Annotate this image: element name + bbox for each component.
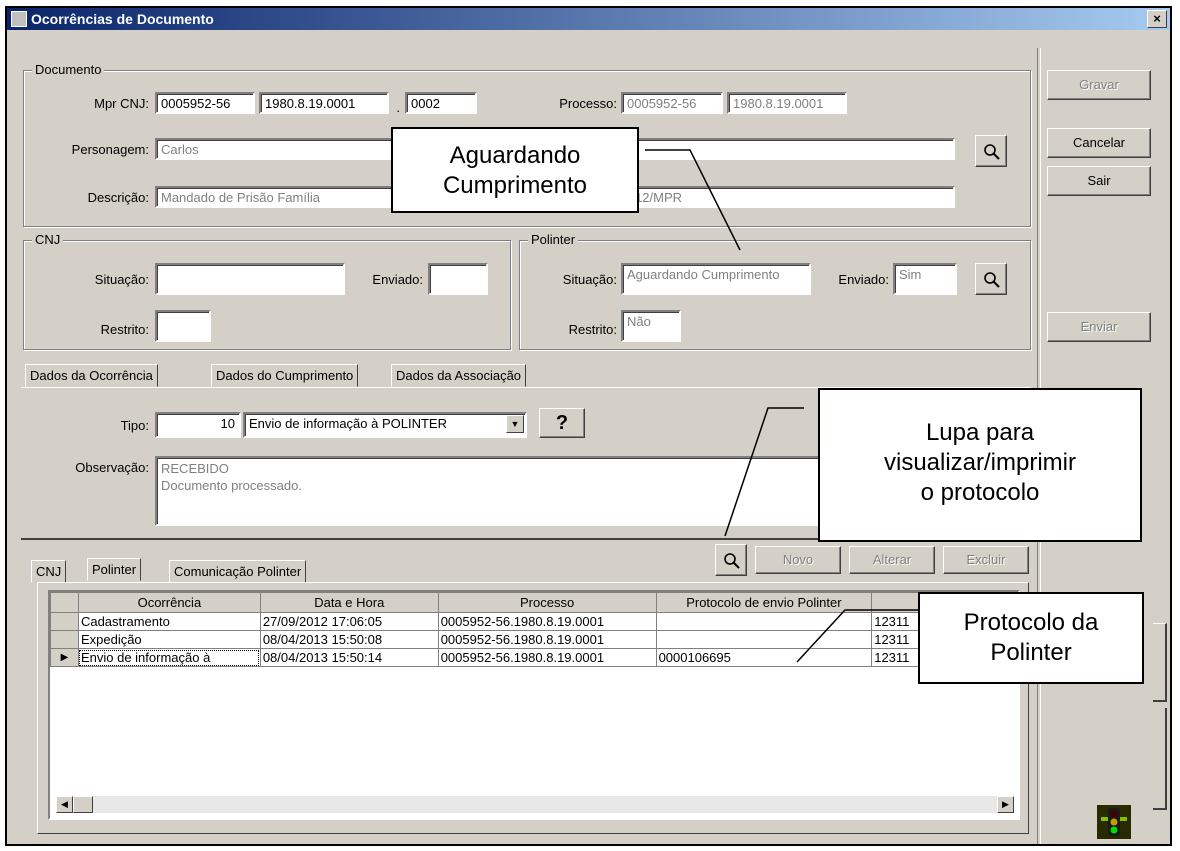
view-protocol-button[interactable] — [715, 544, 747, 576]
chevron-down-icon[interactable]: ▼ — [506, 415, 524, 433]
window-icon — [11, 11, 27, 27]
mpr-label: Mpr CNJ: — [94, 96, 149, 111]
horizontal-scrollbar[interactable]: ◀ ▶ — [56, 796, 1014, 813]
tab-comunicacao-polinter[interactable]: Comunicação Polinter — [169, 560, 307, 583]
side-partial-control-1 — [1153, 623, 1167, 702]
tipo-label: Tipo: — [120, 418, 149, 433]
col-header[interactable]: Ocorrência — [77, 592, 261, 613]
ocorrencias-table: Ocorrência Data e Hora Processo Protocol… — [50, 592, 1018, 667]
processo-field-2: 1980.8.19.0001 — [727, 92, 847, 114]
ocorrencias-grid[interactable]: Ocorrência Data e Hora Processo Protocol… — [48, 590, 1020, 820]
polinter-enviado-label: Enviado: — [838, 272, 889, 287]
cnj-situacao-label: Situação: — [94, 272, 149, 287]
callout-aguardando-line-1: Aguardando — [449, 142, 581, 169]
close-button[interactable]: × — [1147, 10, 1167, 28]
observacao-label: Observação: — [75, 460, 149, 475]
tab-cnj[interactable]: CNJ — [31, 560, 67, 583]
side-partial-control-2 — [1153, 708, 1167, 810]
tab-dados-cumprimento[interactable]: Dados do Cumprimento — [211, 364, 359, 387]
polinter-restrito-field: Não — [621, 310, 681, 342]
table-cell[interactable]: 0005952-56.1980.8.19.0001 — [437, 612, 657, 631]
cnj-legend: CNJ — [32, 232, 64, 247]
processo-field-1: 0005952-56 — [621, 92, 723, 114]
window-title: Ocorrências de Documento — [31, 11, 214, 27]
callout-aguardando-line-2: Cumprimento — [442, 172, 588, 199]
polinter-restrito-label: Restrito: — [568, 322, 617, 337]
callout-lupa-line-2: visualizar/imprimir — [883, 449, 1076, 476]
mpr-separator: . — [396, 100, 400, 115]
tab-dados-ocorrencia[interactable]: Dados da Ocorrência — [25, 364, 158, 387]
table-cell[interactable]: 0005952-56.1980.8.19.0001 — [437, 630, 657, 649]
callout-protocolo: Protocolo da Polinter — [918, 592, 1144, 684]
cnj-enviado-label: Enviado: — [372, 272, 423, 287]
table-cell[interactable]: Cadastramento — [77, 612, 261, 631]
cnj-restrito-field[interactable] — [155, 310, 211, 342]
table-cell[interactable]: 0000106695 — [655, 648, 873, 667]
help-button[interactable]: ? — [539, 408, 585, 438]
table-cell[interactable]: 08/04/2013 15:50:08 — [259, 630, 439, 649]
table-cell[interactable]: 0005952-56.1980.8.19.0001 — [437, 648, 657, 667]
col-header[interactable]: Processo — [437, 592, 657, 613]
novo-button[interactable]: Novo — [755, 546, 841, 574]
table-cell[interactable] — [655, 612, 873, 631]
row-indicator-header — [50, 592, 79, 613]
polinter-situacao-label: Situação: — [562, 272, 617, 287]
sair-button[interactable]: Sair — [1047, 166, 1151, 196]
descricao-label: Descrição: — [87, 190, 149, 205]
table-row[interactable]: Expedição 08/04/2013 15:50:08 0005952-56… — [50, 630, 1018, 649]
tipo-select-value: Envio de informação à POLINTER — [249, 416, 447, 431]
scroll-right-button[interactable]: ▶ — [997, 796, 1014, 813]
table-cell[interactable]: Envio de informação à — [77, 648, 261, 667]
table-row[interactable]: Cadastramento 27/09/2012 17:06:05 000595… — [50, 612, 1018, 631]
table-row[interactable]: ▶ Envio de informação à 08/04/2013 15:50… — [50, 648, 1018, 667]
processo-label: Processo: — [559, 96, 617, 111]
row-indicator — [50, 630, 79, 649]
cnj-enviado-field[interactable] — [428, 263, 488, 295]
personagem-label: Personagem: — [71, 142, 149, 157]
row-indicator — [50, 612, 79, 631]
descricao-value: Mandado de Prisão Família — [161, 190, 320, 205]
table-header-row: Ocorrência Data e Hora Processo Protocol… — [50, 592, 1018, 613]
search-polinter-button[interactable] — [975, 263, 1007, 295]
traffic-light-icon — [1097, 805, 1131, 839]
callout-lupa: Lupa para visualizar/imprimir o protocol… — [818, 388, 1142, 542]
table-cell[interactable]: 08/04/2013 15:50:14 — [259, 648, 439, 667]
col-header[interactable]: Protocolo de envio Polinter — [655, 592, 873, 613]
col-header[interactable]: Data e Hora — [259, 592, 439, 613]
magnifier-icon — [724, 553, 740, 569]
search-personagem-button[interactable] — [975, 135, 1007, 167]
current-row-arrow-icon: ▶ — [50, 648, 79, 667]
callout-protocolo-line-2: Polinter — [990, 639, 1072, 666]
table-cell[interactable]: 27/09/2012 17:06:05 — [259, 612, 439, 631]
enviar-button[interactable]: Enviar — [1047, 312, 1151, 342]
tab-dados-associacao[interactable]: Dados da Associação — [391, 364, 527, 387]
cancelar-button[interactable]: Cancelar — [1047, 128, 1151, 158]
gravar-button[interactable]: Gravar — [1047, 70, 1151, 100]
tab-polinter[interactable]: Polinter — [87, 558, 142, 581]
scroll-thumb[interactable] — [73, 796, 93, 813]
cnj-situacao-field[interactable] — [155, 263, 345, 295]
magnifier-icon — [984, 144, 1000, 160]
mpr-field-1[interactable]: 0005952-56 — [155, 92, 255, 114]
polinter-situacao-field: Aguardando Cumprimento — [621, 263, 811, 295]
callout-protocolo-line-1: Protocolo da — [963, 609, 1099, 636]
alterar-button[interactable]: Alterar — [849, 546, 935, 574]
callout-lupa-line-1: Lupa para — [925, 419, 1035, 446]
polinter-enviado-field: Sim — [893, 263, 957, 295]
polinter-legend: Polinter — [528, 232, 579, 247]
table-cell[interactable] — [655, 630, 873, 649]
excluir-button[interactable]: Excluir — [943, 546, 1029, 574]
magnifier-icon — [984, 272, 1000, 288]
table-cell[interactable]: Expedição — [77, 630, 261, 649]
mpr-field-3[interactable]: 0002 — [405, 92, 477, 114]
cnj-restrito-label: Restrito: — [100, 322, 149, 337]
title-bar: Ocorrências de Documento × — [7, 8, 1170, 30]
callout-lupa-line-3: o protocolo — [920, 479, 1040, 506]
documento-legend: Documento — [32, 62, 105, 77]
scroll-left-button[interactable]: ◀ — [56, 796, 73, 813]
mpr-field-2[interactable]: 1980.8.19.0001 — [259, 92, 389, 114]
tipo-code-field[interactable]: 10 — [155, 412, 241, 438]
callout-aguardando: Aguardando Cumprimento — [391, 127, 639, 213]
tipo-select[interactable]: Envio de informação à POLINTER ▼ — [243, 412, 527, 438]
